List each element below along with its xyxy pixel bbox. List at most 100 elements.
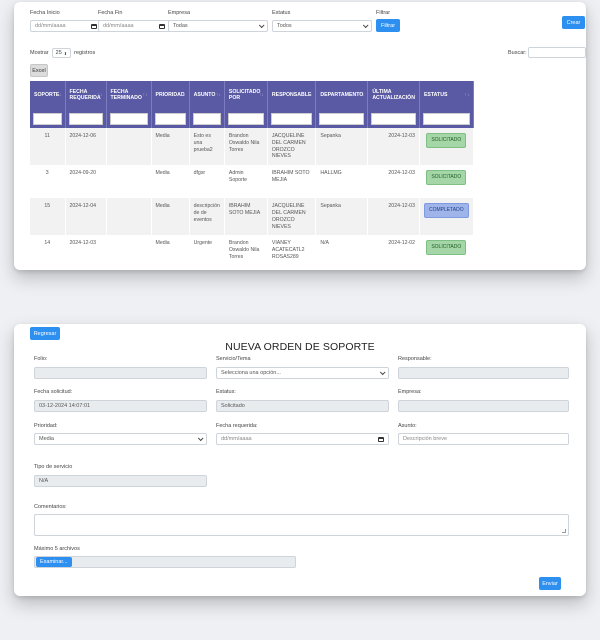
sort-icon[interactable]: ↑↓ (307, 92, 312, 98)
estatus-filter-label: Estatus (272, 10, 291, 16)
regresar-button[interactable]: Regresar (30, 327, 60, 340)
column-header-label: ASUNTO (193, 91, 216, 98)
resize-grip-icon[interactable] (562, 529, 566, 533)
empresa-select[interactable]: Todas (168, 20, 268, 32)
column-header-fecha-requerida[interactable]: FECHA REQUERIDA ↑↓ (65, 81, 107, 109)
asunto-cell: descripción de de eventos (189, 198, 225, 236)
sort-icon[interactable]: ↑↓ (143, 92, 148, 98)
sort-icon[interactable]: ↑↓ (98, 92, 103, 98)
column-header-soporte[interactable]: SOPORTE ↑↓ (30, 81, 66, 109)
sort-icon[interactable]: ↑↓ (57, 92, 62, 98)
column-header-fecha-terminado[interactable]: FECHA TERMINADO ↑↓ (106, 81, 152, 109)
responsable-cell-text: VIANEY ACATECATL2 ROSAS289 (271, 240, 305, 260)
responsable-cell: JACQUELINE DEL CARMEN OROZCO NIEVES (267, 198, 317, 236)
chevron-down-icon (362, 22, 369, 29)
fecha-fin-input[interactable]: dd/mm/aaaa (98, 20, 170, 32)
ultima-actualizacion-cell: 2024-12-03 (367, 128, 420, 166)
servicio-select[interactable]: Selecciona una opción... (216, 367, 389, 379)
sort-icon[interactable]: ↑↓ (359, 92, 364, 98)
table-row[interactable]: 14 2024-12-03 Media Urgente Brandon Oswaldo … (30, 235, 474, 269)
ultima-actualizacion-cell: 2024-12-02 (367, 235, 420, 269)
fecha-terminado-cell (106, 198, 152, 236)
column-filter-input[interactable] (192, 112, 221, 125)
calendar-icon[interactable] (378, 436, 384, 442)
column-header-label: SOLICITADO POR (228, 88, 261, 101)
buscar-input[interactable] (528, 47, 586, 58)
estatus-cell: SOLICITADO (419, 235, 474, 269)
departamento-cell: Sepanka (315, 128, 369, 166)
column-filter-input[interactable] (422, 112, 470, 125)
column-header-label: RESPONSABLE (271, 91, 312, 98)
sort-icon[interactable]: ↓ (413, 92, 416, 98)
asunto-input[interactable]: Descripción breve (398, 433, 569, 445)
asunto-label: Asunto: (398, 423, 417, 429)
table-row[interactable]: 3 2024-09-20 Media dfgsr Admin Soporte IBRAHI… (30, 165, 474, 199)
filtrar-label: Filtrar (376, 10, 391, 16)
column-filter-input[interactable] (154, 112, 186, 125)
prioridad-cell-text: Media (155, 170, 170, 177)
empresa-field (398, 400, 569, 412)
column-filter-input[interactable] (319, 112, 365, 125)
column-filter-input[interactable] (227, 112, 264, 125)
responsable-cell-text: IBRAHIM SOTO MEJIA (271, 170, 310, 183)
column-filter-input[interactable] (270, 112, 313, 125)
column-header-asunto[interactable]: ASUNTO ↑↓ (189, 81, 225, 109)
estatus-select[interactable]: Todos (272, 20, 372, 32)
column-header-solicitado-por[interactable]: SOLICITADO POR ↑↓ (224, 81, 268, 109)
column-header-prioridad[interactable]: PRIORIDAD ↑↓ (151, 81, 190, 109)
comentarios-label: Comentarios: (34, 504, 67, 510)
column-filter-input[interactable] (371, 112, 416, 125)
table-row[interactable]: 11 2024-12-06 Media Esto es una prueba2 Bran… (30, 128, 474, 166)
comentarios-textarea[interactable] (34, 514, 569, 536)
sort-icon[interactable]: ↑↓ (216, 92, 221, 98)
responsable-cell: VIANEY ACATECATL2 ROSAS289 (267, 235, 317, 269)
departamento-cell-text: HALLMG (320, 170, 342, 177)
fecha-requerida-placeholder: dd/mm/aaaa (221, 436, 252, 442)
excel-button[interactable]: Excel (30, 64, 48, 77)
enviar-button[interactable]: Enviar (539, 577, 561, 590)
fecha-requerida-cell: 2024-12-04 (65, 198, 107, 236)
file-input[interactable]: Examinar... (34, 556, 296, 568)
updown-icon: ⬍ (63, 50, 68, 56)
fecha-solicitud-label: Fecha solicitud: (34, 389, 73, 395)
prioridad-cell-text: Media (155, 133, 170, 139)
estatus-label: Estatus: (216, 389, 236, 395)
column-filter-input[interactable] (68, 112, 103, 125)
crear-button[interactable]: Crear (562, 16, 585, 29)
soporte-cell-text: 14 (44, 240, 51, 247)
calendar-icon[interactable] (91, 23, 97, 29)
table-row[interactable]: 15 2024-12-04 Media descripción de de event… (30, 198, 474, 236)
fecha-requerida-cell-text: 2024-12-03 (69, 240, 97, 247)
calendar-icon[interactable] (159, 23, 165, 29)
estatus-cell: SOLICITADO (419, 128, 474, 166)
folio-label: Folio: (34, 356, 48, 362)
sort-icon[interactable]: ↑↓ (181, 92, 186, 98)
page-length-select[interactable]: 25 ⬍ (51, 48, 72, 58)
solicitado-por-cell-text: Admin Soporte (228, 170, 248, 183)
prioridad-select[interactable]: Media (34, 433, 207, 445)
responsable-cell-text: JACQUELINE DEL CARMEN OROZCO NIEVES (271, 133, 306, 160)
fecha-requerida-cell: 2024-09-20 (65, 165, 107, 199)
column-header-ultima-actualizacion[interactable]: ÚLTIMA ACTUALIZACIÓN ↓ (367, 81, 420, 109)
prioridad-cell: Media (151, 198, 190, 236)
column-header-estatus[interactable]: ESTATUS ↑↓ (419, 81, 474, 109)
sort-icon[interactable]: ↑↓ (259, 92, 264, 98)
column-filter-input[interactable] (109, 112, 148, 125)
column-header-label: DEPARTAMENTO (320, 91, 364, 98)
sort-icon[interactable]: ↑↓ (465, 92, 470, 98)
asunto-cell-text: Urgente (193, 240, 213, 247)
prioridad-cell-text: Media (155, 240, 170, 247)
fecha-inicio-label: Fecha Inicio (30, 10, 60, 16)
column-header-departamento[interactable]: DEPARTAMENTO ↑↓ (315, 81, 369, 109)
examinar-button[interactable]: Examinar... (36, 557, 72, 567)
column-filter-input[interactable] (33, 112, 62, 125)
fecha-fin-label: Fecha Fin (98, 10, 123, 16)
page-title: NUEVA ORDEN DE SOPORTE (225, 341, 375, 353)
fecha-requerida-input[interactable]: dd/mm/aaaa (216, 433, 389, 445)
column-header-responsable[interactable]: RESPONSABLE ↑↓ (267, 81, 317, 109)
page-length-control: Mostrar 25 ⬍ registros (30, 48, 95, 58)
servicio-label: Servicio/Tema (216, 356, 251, 362)
responsable-cell: JACQUELINE DEL CARMEN OROZCO NIEVES (267, 128, 317, 166)
fecha-inicio-input[interactable]: dd/mm/aaaa (30, 20, 102, 32)
filtrar-button[interactable]: Filtrar (376, 19, 400, 32)
